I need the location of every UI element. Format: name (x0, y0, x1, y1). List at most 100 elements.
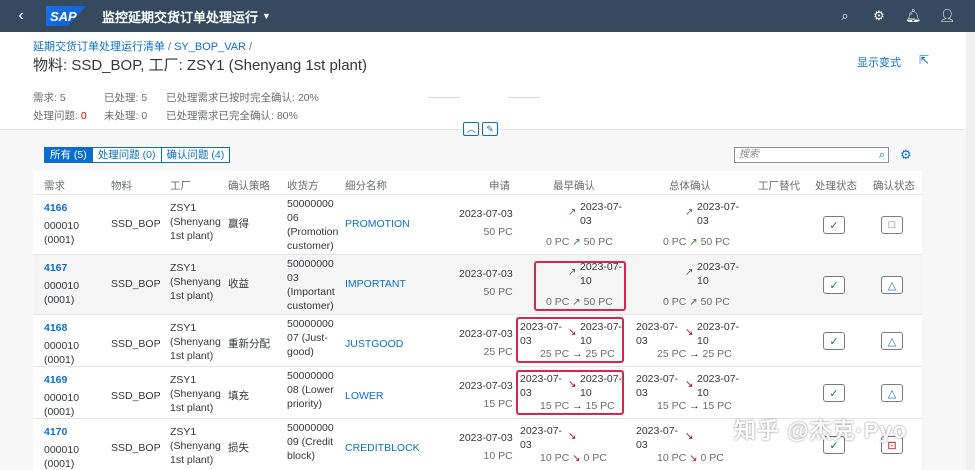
demand-item: 000010 (0001) (44, 392, 80, 418)
request-cell: 2023-07-03 15 PC (459, 380, 513, 410)
breadcrumb-item[interactable]: SY_BOP_VAR (174, 41, 246, 53)
demand-item: 000010 (0001) (44, 444, 80, 470)
earliest-qty: 0 PC ↗ 50 PC (546, 236, 613, 248)
divider (428, 97, 460, 98)
col-confirmation-status[interactable]: 确认状态 (873, 178, 915, 193)
arrow-icon: ↗ (689, 297, 698, 308)
confirmation-status-icon[interactable]: △ (881, 384, 903, 402)
strategy-cell: 收益 (228, 278, 249, 290)
receiver-cell: 50000000 09 (Credit block) (287, 422, 334, 462)
confirmation-status-icon[interactable]: □ (881, 216, 903, 234)
col-processing-status[interactable]: 处理状态 (815, 178, 857, 193)
trend-arrow-icon: ↘ (568, 431, 577, 442)
table-row[interactable]: 4167 000010 (0001) SSD_BOP ZSY1 (Shenyang 1st … (33, 255, 922, 315)
segment-link[interactable]: JUSTGOOD (345, 337, 403, 351)
demand-link[interactable]: 4170 (44, 425, 67, 439)
col-plant[interactable]: 工厂 (170, 178, 191, 193)
table-settings-icon[interactable]: ⚙ (900, 147, 912, 163)
demand-link[interactable]: 4167 (44, 261, 67, 275)
overall-qty: 0 PC ↗ 50 PC (663, 236, 730, 248)
col-earliest-confirmation[interactable]: 最早确认 (553, 178, 595, 193)
material-cell: SSD_BOP (111, 442, 161, 454)
col-receiver[interactable]: 收货方 (287, 178, 319, 193)
demand-link[interactable]: 4169 (44, 373, 67, 387)
tab-all[interactable]: 所有 (5) (44, 147, 93, 163)
search-icon[interactable]: ⌕ (879, 148, 885, 162)
table-row[interactable]: 4169 000010 (0001) SSD_BOP ZSY1 (Shenyang 1st … (33, 367, 922, 419)
material-cell: SSD_BOP (111, 338, 161, 350)
overall-qty: 15 PC → 15 PC (657, 400, 732, 412)
segment-link[interactable]: LOWER (345, 389, 384, 403)
segment-link[interactable]: PROMOTION (345, 217, 410, 231)
demand-item: 000010 (0001) (44, 280, 80, 306)
col-request[interactable]: 申请 (489, 178, 510, 193)
kpi-demand: 需求: 5 (33, 91, 66, 104)
request-cell: 2023-07-03 10 PC (459, 432, 513, 462)
trend-arrow-icon: ↗ (685, 207, 694, 218)
shell-bar: ‹ SAP 监控延期交货订单处理运行 ▼ ⌕ ⚙ 🔔︎ 👤︎ (0, 0, 975, 32)
arrow-icon: ↗ (572, 237, 581, 248)
col-demand[interactable]: 需求 (44, 178, 65, 193)
arrow-icon: → (689, 400, 700, 412)
trend-arrow-icon: ↘ (685, 431, 694, 442)
gear-icon[interactable]: ⚙ (871, 8, 887, 24)
kpi-confirmed-on-time: 已处理需求已按时完全确认: 20% (166, 91, 319, 104)
demand-link[interactable]: 4166 (44, 201, 67, 215)
chevron-down-icon[interactable]: ▼ (262, 11, 271, 21)
overall-date: 2023-07- 10 (697, 321, 740, 347)
col-material[interactable]: 物料 (111, 178, 132, 193)
processing-status-icon[interactable]: ✓ (823, 332, 845, 350)
table-row[interactable]: 4166 000010 (0001) SSD_BOP ZSY1 (Shenyang 1st … (33, 195, 922, 255)
segment-link[interactable]: IMPORTANT (345, 277, 406, 291)
bell-icon[interactable]: 🔔︎ (905, 8, 922, 24)
search-icon[interactable]: ⌕ (837, 8, 853, 24)
processing-status-icon[interactable]: ✓ (823, 216, 845, 234)
plant-cell: ZSY1 (Shenyang 1st plant) (170, 426, 221, 466)
segment-link[interactable]: CREDITBLOCK (345, 441, 420, 455)
arrow-icon: → (689, 348, 700, 360)
overall-arrow: ↘ (685, 377, 693, 392)
col-plant-substitution[interactable]: 工厂替代 (758, 178, 800, 193)
confirmation-status-icon[interactable]: △ (881, 332, 903, 350)
col-overall-confirmation[interactable]: 总体确认 (669, 178, 711, 193)
processing-status-icon[interactable]: ✓ (823, 276, 845, 294)
highlight-box (516, 370, 624, 415)
collapse-header-icon[interactable]: ︿ (463, 122, 479, 136)
breadcrumb: 延期交货订单处理运行清单 / SY_BOP_VAR / (33, 41, 253, 53)
arrow-icon: ↘ (572, 453, 581, 464)
tab-processing-issues[interactable]: 处理问题 (0) (92, 147, 162, 163)
user-icon[interactable]: 👤︎ (939, 8, 956, 24)
processing-status-icon[interactable]: ✓ (823, 384, 845, 402)
material-cell: SSD_BOP (111, 390, 161, 402)
header-collapse-bar: ︿ ✎ (463, 122, 498, 136)
confirmation-status-icon[interactable]: △ (881, 276, 903, 294)
tab-confirmation-issues[interactable]: 确认问题 (4) (161, 147, 231, 163)
trend-arrow-icon: ↘ (685, 327, 694, 338)
search-input[interactable]: 搜索 ⌕ (734, 147, 889, 163)
plant-cell: ZSY1 (Shenyang 1st plant) (170, 202, 221, 242)
overall-old-date: 2023-07- 03 (636, 321, 679, 347)
breadcrumb-item[interactable]: 延期交货订单处理运行清单 (33, 41, 165, 53)
demand-link[interactable]: 4168 (44, 321, 67, 335)
overall-qty: 10 PC ↘ 0 PC (657, 452, 724, 464)
show-variant-link[interactable]: 显示变式 (857, 54, 901, 70)
receiver-cell: 50000000 07 (Just-good) (287, 318, 334, 358)
receiver-cell: 50000000 08 (Lower priority) (287, 370, 334, 410)
plant-cell: ZSY1 (Shenyang 1st plant) (170, 374, 221, 414)
earliest-arrow: ↗ (568, 205, 576, 220)
col-strategy[interactable]: 确认策略 (228, 178, 270, 193)
sap-logo[interactable]: SAP (46, 6, 86, 26)
receiver-cell: 50000000 03 (Important customer) (287, 258, 335, 312)
demand-item: 000010 (0001) (44, 340, 80, 366)
pin-icon[interactable]: ✎ (482, 122, 498, 136)
overall-old-date: 2023-07- 03 (636, 425, 679, 451)
scrollbar[interactable] (966, 32, 975, 470)
share-icon[interactable]: ⇱ (919, 53, 929, 67)
col-segment[interactable]: 细分名称 (345, 178, 387, 193)
material-cell: SSD_BOP (111, 218, 161, 230)
back-icon[interactable]: ‹ (6, 7, 36, 25)
table-row[interactable]: 4168 000010 (0001) SSD_BOP ZSY1 (Shenyang 1st … (33, 315, 922, 367)
overall-date: 2023-07- 10 (697, 373, 740, 399)
receiver-cell: 50000000 06 (Promotion customer) (287, 198, 339, 252)
app-title[interactable]: 监控延期交货订单处理运行 (102, 7, 258, 26)
